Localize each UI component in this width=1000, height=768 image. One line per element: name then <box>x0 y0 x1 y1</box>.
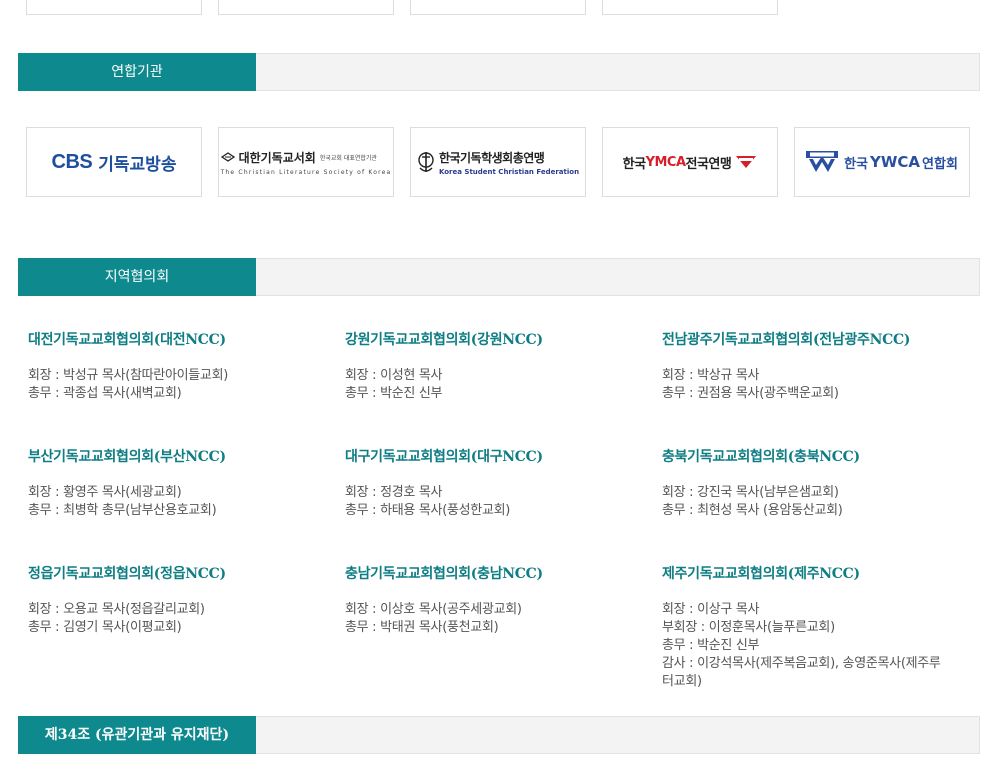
region-line: 총무 : 최병학 총무(남부산용호교회) <box>28 503 217 518</box>
region-line: 회장 : 박상규 목사 <box>662 368 760 383</box>
region-title: 충남기독교교회협의회(충남NCC) <box>345 566 543 582</box>
region-title: 전남광주기독교교회협의회(전남광주NCC) <box>662 332 911 348</box>
region-line: 회장 : 정경호 목사 <box>345 485 443 500</box>
cbs-text: 기독교방송 <box>98 154 177 175</box>
ymca-prefix: 한국 <box>622 156 646 172</box>
region-line: 회장 : 이상구 목사 <box>662 602 760 617</box>
top-card-2 <box>218 0 394 15</box>
region-chungbuk: 충북기독교교회협의회(충북NCC) 회장 : 강진국 목사(남부은샘교회) 총무… <box>662 448 982 520</box>
top-card-4 <box>602 0 778 15</box>
section-regional-title: 지역협의회 <box>18 258 256 296</box>
region-title: 대구기독교교회협의회(대구NCC) <box>345 449 543 465</box>
logo-cbs[interactable]: CBS 기독교방송 <box>26 127 202 197</box>
region-jeongeup: 정읍기독교교회협의회(정읍NCC) 회장 : 오용교 목사(정읍갈리교회) 총무… <box>28 565 348 637</box>
cbs-mark: CBS <box>51 150 93 173</box>
region-busan: 부산기독교교회협의회(부산NCC) 회장 : 황영주 목사(세광교회) 총무 :… <box>28 448 348 520</box>
ymca-suffix: 전국연맹 <box>685 156 732 172</box>
cls-name: 대한기독교서회 <box>238 150 316 165</box>
cls-english: The Christian Literature Society of Kore… <box>220 168 392 176</box>
region-jeju: 제주기독교교회협의회(제주NCC) 회장 : 이상구 목사 부회장 : 이정훈목… <box>662 565 982 691</box>
region-line: 총무 : 김영기 목사(이평교회) <box>28 620 182 635</box>
region-jeonnam-gwangju: 전남광주기독교교회협의회(전남광주NCC) 회장 : 박상규 목사 총무 : 권… <box>662 331 982 403</box>
logo-kscf[interactable]: 한국기독학생회총연맹 Korea Student Christian Feder… <box>410 127 586 197</box>
logo-ymca[interactable]: 한국 YMCA 전국연맹 <box>602 127 778 197</box>
region-line: 총무 : 권점용 목사(광주백운교회) <box>662 386 839 401</box>
ywca-badge-icon <box>806 151 839 172</box>
region-line: 부회장 : 이정훈목사(늘푸른교회) <box>662 620 835 635</box>
logo-ywca[interactable]: 한국 YWCA 연합회 <box>794 127 970 197</box>
region-daejeon: 대전기독교교회협의회(대전NCC) 회장 : 박성규 목사(참따란아이들교회) … <box>28 331 348 403</box>
ywca-suffix: 연합회 <box>922 156 958 172</box>
region-gangwon: 강원기독교교회협의회(강원NCC) 회장 : 이성현 목사 총무 : 박순진 신… <box>345 331 665 403</box>
region-line: 총무 : 박태권 목사(풍천교회) <box>345 620 499 635</box>
logo-christian-literature-society[interactable]: 대한기독교서회 한국교회 대표연합기관 The Christian Litera… <box>218 127 394 197</box>
region-line: 회장 : 이성현 목사 <box>345 368 443 383</box>
cls-emblem-icon <box>220 152 235 162</box>
top-card-1 <box>26 0 202 15</box>
kscf-anchor-icon <box>418 152 434 172</box>
kscf-name: 한국기독학생회총연맹 <box>438 150 545 165</box>
section-affiliates: 연합기관 <box>18 53 980 91</box>
region-title: 대전기독교교회협의회(대전NCC) <box>28 332 226 348</box>
cls-subtitle: 한국교회 대표연합기관 <box>319 154 377 162</box>
region-line: 총무 : 최현성 목사 (용암동산교회) <box>662 503 843 518</box>
region-title: 충북기독교교회협의회(충북NCC) <box>662 449 860 465</box>
section-regional: 지역협의회 <box>18 258 980 296</box>
ymca-triangle-icon <box>736 156 757 168</box>
region-line: 감사 : 이강석목사(제주복음교회), 송영준목사(제주루 <box>662 656 941 671</box>
region-line: 회장 : 오용교 목사(정읍갈리교회) <box>28 602 205 617</box>
region-chungnam: 충남기독교교회협의회(충남NCC) 회장 : 이상호 목사(공주세광교회) 총무… <box>345 565 665 637</box>
region-line: 회장 : 이상호 목사(공주세광교회) <box>345 602 522 617</box>
region-line: 총무 : 박순진 신부 <box>662 638 760 653</box>
region-line: 회장 : 강진국 목사(남부은샘교회) <box>662 485 839 500</box>
section-article34: 제34조 (유관기관과 유지재단) <box>18 716 980 754</box>
ymca-brand: YMCA <box>645 154 686 170</box>
region-line: 총무 : 박순진 신부 <box>345 386 443 401</box>
ywca-prefix: 한국 <box>844 156 868 172</box>
kscf-english: Korea Student Christian Federation <box>438 167 580 176</box>
region-line: 회장 : 박성규 목사(참따란아이들교회) <box>28 368 229 383</box>
ywca-brand: YWCA <box>870 153 921 171</box>
top-card-3 <box>410 0 586 15</box>
region-title: 강원기독교교회협의회(강원NCC) <box>345 332 543 348</box>
section-affiliates-title: 연합기관 <box>18 53 256 91</box>
region-line: 총무 : 곽종섭 목사(새벽교회) <box>28 386 182 401</box>
region-title: 정읍기독교교회협의회(정읍NCC) <box>28 566 226 582</box>
region-title: 부산기독교교회협의회(부산NCC) <box>28 449 226 465</box>
region-daegu: 대구기독교교회협의회(대구NCC) 회장 : 정경호 목사 총무 : 하태용 목… <box>345 448 665 520</box>
region-line: 총무 : 하태용 목사(풍성한교회) <box>345 503 511 518</box>
section-article34-title: 제34조 (유관기관과 유지재단) <box>18 716 256 754</box>
region-line: 터교회) <box>662 674 702 689</box>
region-line: 회장 : 황영주 목사(세광교회) <box>28 485 182 500</box>
region-title: 제주기독교교회협의회(제주NCC) <box>662 566 860 582</box>
